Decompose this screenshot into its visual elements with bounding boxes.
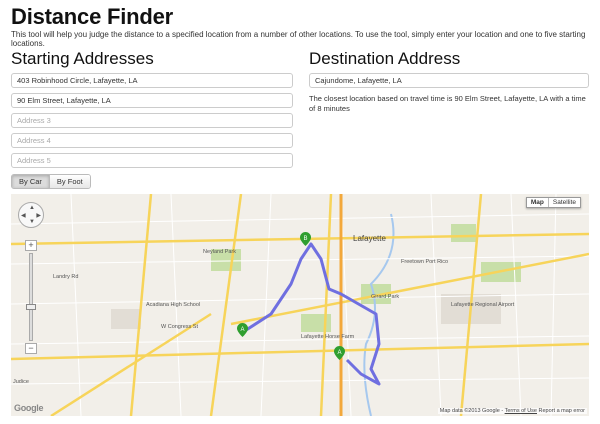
- starting-addresses-title: Starting Addresses: [11, 49, 154, 68]
- marker-a-robinhood[interactable]: A: [237, 323, 248, 337]
- report-map-error-link[interactable]: Report a map error: [539, 408, 585, 414]
- marker-a-elm[interactable]: A: [334, 346, 345, 360]
- pan-down-icon[interactable]: ▼: [29, 219, 35, 225]
- zoom-control: + −: [25, 240, 37, 354]
- map-label-airport: Lafayette Regional Airport: [451, 302, 515, 308]
- marker-b-cajundome[interactable]: B: [300, 232, 311, 246]
- map-label-girard: Girard Park: [371, 294, 400, 300]
- page-title: Distance Finder: [11, 4, 174, 29]
- map-data-text: Map data ©2013 Google -: [439, 408, 504, 414]
- pan-up-icon[interactable]: ▲: [29, 205, 35, 211]
- destination-address-title: Destination Address: [309, 49, 461, 68]
- svg-text:A: A: [337, 350, 341, 356]
- map-type-control: Map Satellite: [525, 197, 581, 208]
- zoom-slider[interactable]: [26, 253, 36, 341]
- address-2-field[interactable]: [11, 93, 293, 108]
- svg-text:B: B: [303, 236, 307, 242]
- destination-field[interactable]: [309, 73, 589, 88]
- map-label-judice: Judice: [13, 379, 29, 385]
- address-5-field[interactable]: [11, 153, 293, 168]
- intro-text: This tool will help you judge the distan…: [11, 30, 586, 48]
- map-label-acadiana: Acadiana High School: [146, 302, 201, 308]
- map-label-neyland: Neyland Park: [203, 249, 237, 255]
- map-type-satellite-button[interactable]: Satellite: [547, 198, 580, 207]
- closest-result-text: The closest location based on travel tim…: [309, 94, 586, 113]
- map-attribution: Map data ©2013 Google - Terms of Use Rep…: [437, 408, 587, 414]
- zoom-in-icon[interactable]: +: [25, 240, 37, 251]
- google-logo: Google: [14, 403, 44, 413]
- address-4-field[interactable]: [11, 133, 293, 148]
- map-label-congress: W Congress St: [161, 324, 198, 330]
- by-car-button[interactable]: By Car: [12, 175, 49, 188]
- map-label-horse: Lafayette Horse Farm: [301, 334, 355, 340]
- pan-control[interactable]: ▲ ◀ ▶ ▼: [18, 202, 44, 228]
- address-1-field[interactable]: [11, 73, 293, 88]
- route-map[interactable]: Lafayette Neyland Park Acadiana High Sch…: [11, 194, 589, 416]
- terms-of-use-link[interactable]: Terms of Use: [505, 408, 537, 414]
- map-label-landry: Landry Rd: [53, 274, 79, 280]
- pan-left-icon[interactable]: ◀: [21, 213, 26, 219]
- address-3-field[interactable]: [11, 113, 293, 128]
- map-label-freetown: Freetown Port Rico: [401, 259, 449, 265]
- map-type-map-button[interactable]: Map: [526, 198, 548, 207]
- travel-mode-toggle: By Car By Foot: [11, 174, 91, 189]
- by-foot-button[interactable]: By Foot: [48, 175, 90, 188]
- pan-right-icon[interactable]: ▶: [36, 213, 41, 219]
- map-label-city: Lafayette: [353, 234, 386, 243]
- svg-text:A: A: [240, 327, 244, 333]
- zoom-out-icon[interactable]: −: [25, 343, 37, 354]
- zoom-slider-thumb[interactable]: [26, 304, 36, 310]
